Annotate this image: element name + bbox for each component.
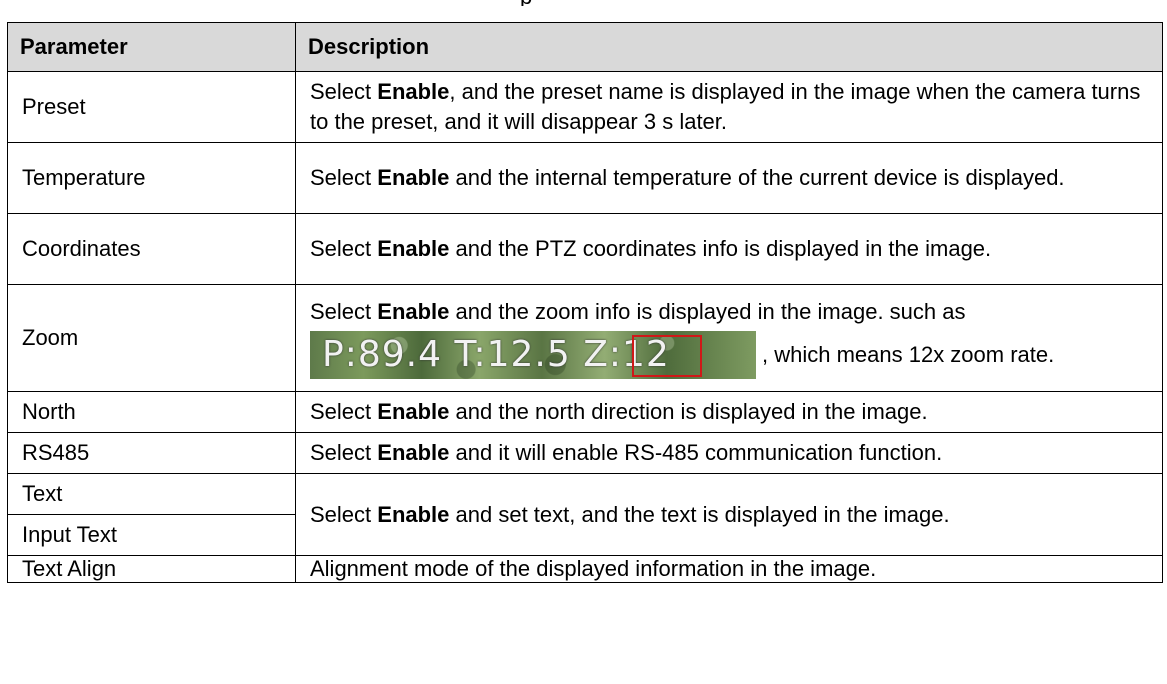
parameter-cell: Coordinates	[7, 213, 296, 285]
parameter-cell: Text Align	[7, 555, 296, 583]
description-text: Select	[310, 236, 378, 261]
enable-keyword: Enable	[377, 236, 450, 261]
zoom-example-line: P:89.4 T:12.5 Z:12 , which means 12x zoo…	[310, 331, 1154, 379]
description-cell: Select Enable, and the preset name is di…	[295, 71, 1163, 143]
description-line: Select Enable and the zoom info is displ…	[310, 297, 1154, 327]
enable-keyword: Enable	[377, 165, 450, 190]
parameter-cell: Text	[7, 473, 296, 515]
description-text: Select	[310, 79, 378, 104]
column-header-description: Description	[295, 22, 1163, 72]
table-row: Coordinates Select Enable and the PTZ co…	[7, 213, 1163, 285]
table-row: Zoom Select Enable and the zoom info is …	[7, 284, 1163, 392]
description-text: and set text, and the text is displayed …	[449, 501, 950, 527]
description-text: and the zoom info is displayed in the im…	[449, 299, 966, 324]
description-cell: Select Enable and it will enable RS-485 …	[295, 432, 1163, 474]
table-row: North Select Enable and the north direct…	[7, 391, 1163, 433]
header-fragment: p	[520, 0, 640, 6]
description-text: Select	[310, 501, 378, 527]
table-row: Text Align Alignment mode of the display…	[7, 555, 1163, 583]
parameter-cell: Zoom	[7, 284, 296, 392]
zoom-osd-example-image: P:89.4 T:12.5 Z:12	[310, 331, 756, 379]
parameter-cell: Temperature	[7, 142, 296, 214]
enable-keyword: Enable	[377, 501, 450, 527]
description-text: Select	[310, 440, 378, 465]
table-row: Text Select Enable and set text, and the…	[7, 473, 1163, 556]
description-text: Select	[310, 165, 378, 190]
column-header-parameter: Parameter	[7, 22, 296, 72]
osd-overlay-text: P:89.4 T:12.5 Z:12	[322, 334, 670, 375]
table-header-row: Parameter Description	[7, 22, 1163, 72]
enable-keyword: Enable	[377, 399, 450, 424]
description-text: and the PTZ coordinates info is displaye…	[449, 236, 992, 261]
description-text: Select	[310, 399, 378, 424]
table-row: RS485 Select Enable and it will enable R…	[7, 432, 1163, 474]
parameter-cell: North	[7, 391, 296, 433]
parameter-cell: RS485	[7, 432, 296, 474]
zoom-highlight-box	[632, 335, 702, 377]
description-cell: Select Enable and the internal temperatu…	[295, 142, 1163, 214]
enable-keyword: Enable	[377, 79, 450, 104]
enable-keyword: Enable	[377, 440, 450, 465]
description-cell: Select Enable and the north direction is…	[295, 391, 1163, 433]
description-cell: Select Enable and the zoom info is displ…	[295, 284, 1163, 392]
table-row: Temperature Select Enable and the intern…	[7, 142, 1163, 214]
table-row: Preset Select Enable, and the preset nam…	[7, 71, 1163, 143]
parameter-cell: Preset	[7, 71, 296, 143]
description-cell: Select Enable and set text, and the text…	[295, 473, 1163, 556]
description-text: and the north direction is displayed in …	[449, 399, 928, 424]
parameter-cell: Input Text	[7, 514, 296, 556]
description-cell: Alignment mode of the displayed informat…	[295, 555, 1163, 583]
description-text: and it will enable RS-485 communication …	[449, 440, 943, 465]
parameter-table: Parameter Description Preset Select Enab…	[7, 22, 1163, 583]
description-text: and the internal temperature of the curr…	[449, 165, 1065, 190]
description-text: Select	[310, 299, 378, 324]
description-text: , which means 12x zoom rate.	[762, 342, 1055, 367]
enable-keyword: Enable	[377, 299, 450, 324]
description-cell: Select Enable and the PTZ coordinates in…	[295, 213, 1163, 285]
